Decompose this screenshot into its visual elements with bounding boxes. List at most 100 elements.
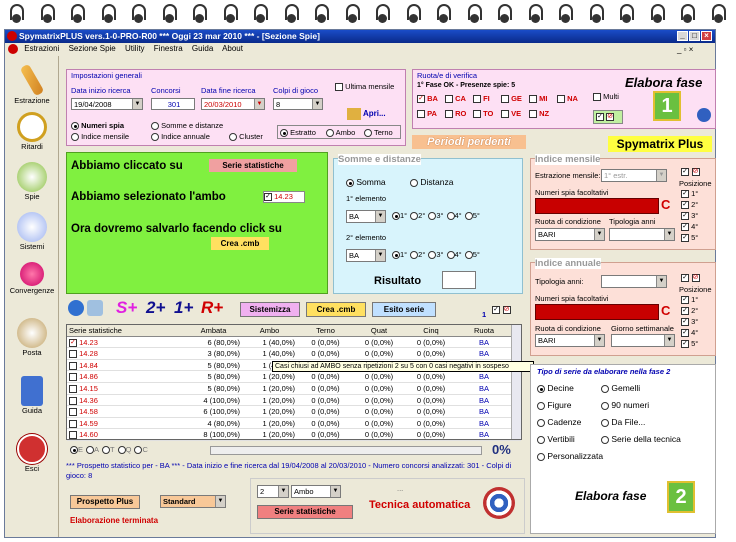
wheel-ve-checkbox[interactable]: VE	[501, 109, 521, 119]
r-plus-button[interactable]: R+	[201, 298, 223, 318]
menu-utility[interactable]: Utility	[125, 44, 145, 53]
position-radio[interactable]: 5°	[464, 211, 480, 221]
wheel-mi-checkbox[interactable]: MI	[529, 94, 547, 104]
elemento-2-positions[interactable]: 1° 2° 3° 4° 5°	[392, 250, 483, 260]
filter-radios[interactable]: EATQC	[70, 445, 151, 455]
col-serie[interactable]: Serie statistiche	[67, 325, 185, 336]
ia-positions[interactable]: ✓ 1° ✓ 2° ✓ 3° ✓ 4° ✓ 5°	[681, 295, 698, 350]
serie-statistiche-button[interactable]: Serie statistiche	[257, 505, 353, 519]
tipo-radio[interactable]: Cadenze	[537, 417, 581, 427]
filter-radio-a[interactable]: A	[86, 445, 99, 455]
crea-cmb-button[interactable]: Crea .cmb	[306, 302, 366, 317]
numeri-spia-field[interactable]	[535, 198, 659, 214]
table-row[interactable]: 14.60 8 (100,0%) 1 (20,0%) 0 (0,0%) 0 (0,0%)…	[67, 429, 521, 441]
radio-somme-distanze[interactable]: Somme e distanze	[151, 121, 223, 131]
filter-radio-t[interactable]: T	[102, 445, 115, 455]
elabora-fase-1-button[interactable]: 1	[653, 91, 681, 121]
sidebar-item-convergenze[interactable]: Convergenze	[5, 262, 59, 295]
col-ruota[interactable]: Ruota	[456, 325, 510, 336]
search-doc-icon[interactable]	[86, 300, 103, 316]
prospetto-plus-button[interactable]: Prospetto Plus	[70, 495, 140, 509]
position-checkbox[interactable]: ✓ 1°	[681, 295, 698, 306]
multi-checkbox[interactable]: Multi	[593, 92, 619, 102]
table-scrollbar[interactable]	[511, 325, 521, 439]
sidebar-item-estrazione[interactable]: Estrazione	[5, 63, 59, 105]
wheel-ge-checkbox[interactable]: GE	[501, 94, 522, 104]
numeri-spia-annuale-field[interactable]	[535, 304, 659, 320]
col-ambo[interactable]: Ambo	[242, 325, 297, 336]
col-quat[interactable]: Quat	[352, 325, 404, 336]
tipo-radio[interactable]: Personalizzata	[537, 451, 603, 461]
mdi-controls[interactable]: _ ▫ ×	[677, 44, 693, 56]
menu-sezione-spie[interactable]: Sezione Spie	[69, 44, 116, 53]
estrazione-mensile-select[interactable]: 1° estr.	[601, 169, 667, 182]
elemento-1-positions[interactable]: 1° 2° 3° 4° 5°	[392, 211, 483, 221]
radio-indice-mensile[interactable]: Indice mensile	[71, 132, 129, 142]
tipo-radio[interactable]: Vertibili	[537, 434, 575, 444]
sistemizza-button[interactable]: Sistemizza	[240, 302, 300, 317]
menu-finestra[interactable]: Finestra	[154, 44, 183, 53]
col-ambata[interactable]: Ambata	[185, 325, 242, 336]
col-terno[interactable]: Terno	[297, 325, 352, 336]
menu-guida[interactable]: Guida	[192, 44, 213, 53]
sidebar-item-guida[interactable]: Guida	[5, 376, 59, 415]
table-row[interactable]: 14.58 6 (100,0%) 1 (20,0%) 0 (0,0%) 0 (0,0%)…	[67, 406, 521, 418]
radio-indice-annuale[interactable]: Indice annuale	[151, 132, 210, 142]
s-plus-button[interactable]: S+	[116, 298, 137, 318]
tipologia-anni-select[interactable]	[609, 228, 675, 241]
im-positions[interactable]: ✓ 1° ✓ 2° ✓ 3° ✓ 4° ✓ 5°	[681, 189, 698, 244]
wheel-ro-checkbox[interactable]: RO	[445, 109, 466, 119]
radio-somma[interactable]: Somma	[346, 177, 386, 187]
minimize-button[interactable]: _	[677, 31, 688, 41]
col-cinq[interactable]: Cinq	[404, 325, 456, 336]
wheel-pa-checkbox[interactable]: PA	[417, 109, 437, 119]
table-row[interactable]: 14.15 5 (80,0%) 1 (20,0%) 0 (0,0%) 0 (0,0%) 0…	[67, 383, 521, 395]
radio-distanza[interactable]: Distanza	[410, 177, 453, 187]
position-checkbox[interactable]: ✓ 2°	[681, 306, 698, 317]
tipologia-anni-annuale-select[interactable]	[601, 275, 667, 288]
two-plus-button[interactable]: 2+	[146, 298, 165, 318]
ultima-mensile-checkbox[interactable]: Ultima mensile	[335, 82, 394, 92]
data-inizio-input[interactable]: 19/04/2008	[71, 98, 143, 110]
table-row[interactable]: 14.59 4 (80,0%) 1 (20,0%) 0 (0,0%) 0 (0,0%) 0…	[67, 418, 521, 430]
position-checkbox[interactable]: ✓ 1°	[681, 189, 698, 200]
position-checkbox[interactable]: ✓ 4°	[681, 222, 698, 233]
radio-cluster[interactable]: Cluster	[229, 132, 263, 142]
maximize-button[interactable]: □	[689, 31, 700, 41]
tipo-radio[interactable]: Figure	[537, 400, 571, 410]
position-radio[interactable]: 1°	[392, 250, 407, 260]
concorsi-input[interactable]: 301	[151, 98, 195, 110]
position-radio[interactable]: 1°	[392, 211, 407, 221]
position-radio[interactable]: 5°	[464, 250, 480, 260]
one-plus-button[interactable]: 1+	[174, 298, 193, 318]
position-radio[interactable]: 2°	[410, 211, 425, 221]
colpi-select[interactable]: 8	[273, 98, 323, 110]
sidebar-item-esci[interactable]: Esci	[5, 434, 59, 473]
position-radio[interactable]: 4°	[446, 250, 462, 260]
filter-radio-q[interactable]: Q	[117, 445, 131, 455]
menu-about[interactable]: About	[222, 44, 243, 53]
sidebar-item-sistemi[interactable]: Sistemi	[5, 212, 59, 251]
radio-ambo[interactable]: Ambo	[326, 128, 355, 138]
position-radio[interactable]: 2°	[410, 250, 425, 260]
elabora-fase-2-button[interactable]: 2	[667, 481, 695, 513]
wheel-ca-checkbox[interactable]: CA	[445, 94, 466, 104]
table-row[interactable]: 14.36 4 (100,0%) 1 (20,0%) 0 (0,0%) 0 (0,0%)…	[67, 395, 521, 407]
wheel-nz-checkbox[interactable]: NZ	[529, 109, 549, 119]
position-checkbox[interactable]: ✓ 5°	[681, 339, 698, 350]
apri-button[interactable]: Apri...	[347, 108, 386, 120]
elemento-1-ruota[interactable]: BA	[346, 210, 386, 223]
position-checkbox[interactable]: ✓ 5°	[681, 233, 698, 244]
position-radio[interactable]: 3°	[428, 250, 444, 260]
table-row[interactable]: ✓ 14.23 6 (80,0%) 1 (40,0%) 0 (0,0%) 0 (0,0%…	[67, 337, 521, 349]
esito-serie-button[interactable]: Esito serie	[372, 302, 436, 317]
wheel-ba-checkbox[interactable]: ✓ BA	[417, 94, 438, 104]
menu-estrazioni[interactable]: Estrazioni	[24, 44, 59, 53]
position-checkbox[interactable]: ✓ 3°	[681, 211, 698, 222]
wizard-icon[interactable]	[697, 108, 711, 122]
tecnica-num-select[interactable]: 2	[257, 485, 289, 498]
standard-select[interactable]: Standard	[160, 495, 226, 508]
giorno-select[interactable]	[611, 334, 675, 347]
ie-icon[interactable]	[68, 300, 84, 316]
close-button[interactable]: ×	[701, 31, 712, 41]
